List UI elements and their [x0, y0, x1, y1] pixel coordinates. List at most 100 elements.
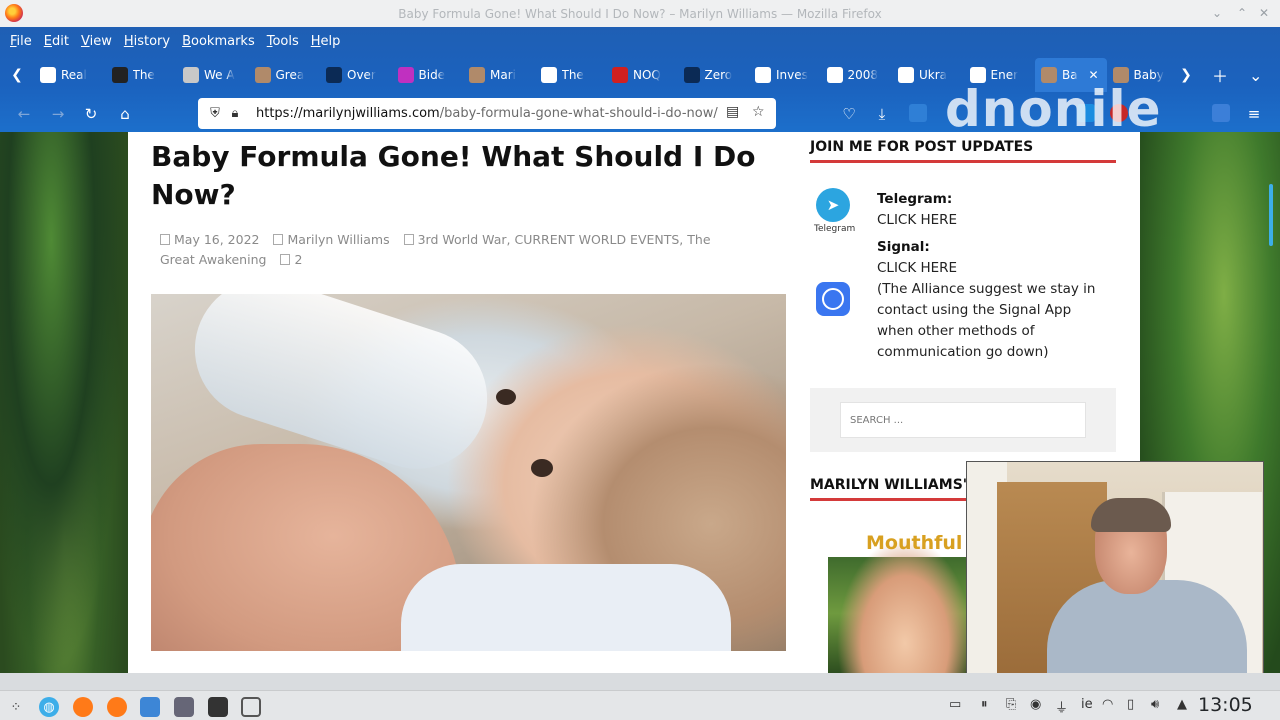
battery-icon[interactable]: ▭	[949, 697, 961, 712]
tab-favicon-icon	[469, 67, 485, 83]
tab[interactable]: The	[535, 58, 607, 92]
shield-icon[interactable]: ⛨	[206, 106, 224, 121]
firefox-taskbar-icon[interactable]	[107, 697, 127, 717]
wifi-icon[interactable]: ◠	[1102, 697, 1113, 712]
tab[interactable]: Inves	[749, 58, 821, 92]
extension-icon[interactable]	[1212, 104, 1230, 122]
menu-file[interactable]: File	[4, 34, 38, 49]
tab-favicon-icon	[326, 67, 342, 83]
post-author[interactable]: Marilyn Williams	[287, 232, 389, 247]
telegram-label: Telegram:	[877, 191, 953, 207]
usb-icon[interactable]: ⏚	[1055, 697, 1068, 716]
tab[interactable]: Over	[320, 58, 392, 92]
folder-icon	[403, 234, 414, 245]
menu-edit[interactable]: Edit	[38, 34, 75, 49]
minimize-icon[interactable]: ⌄	[1207, 3, 1227, 23]
comment-count[interactable]: 2	[294, 252, 302, 267]
home-icon[interactable]: ⌂	[113, 102, 137, 126]
taskbar: ⁘ ◍ ▭ ⏸︎ ⎘ ◉ ⏚ ie ◠ ▯ 🔊︎ ▲ 13:05	[0, 690, 1280, 720]
record-icon[interactable]: ◉	[1030, 697, 1041, 712]
tab-favicon-icon	[111, 67, 128, 83]
downloads-icon[interactable]: ⤓	[870, 102, 894, 126]
window-titlebar: Baby Formula Gone! What Should I Do Now?…	[0, 0, 1280, 27]
clock[interactable]: 13:05	[1198, 694, 1253, 716]
scroll-tabs-left-icon[interactable]: ❮	[2, 58, 32, 92]
tab-favicon-icon	[540, 67, 557, 83]
reload-icon[interactable]: ↻	[79, 102, 103, 126]
terminal-icon[interactable]	[208, 697, 228, 717]
tab[interactable]: NOQ	[606, 58, 678, 92]
show-hidden-icons-icon[interactable]: ▲	[1177, 697, 1187, 712]
maximize-icon[interactable]: ⌃	[1232, 3, 1252, 23]
scrollbar-thumb[interactable]	[1269, 184, 1273, 246]
battery-status-icon[interactable]: ▯	[1127, 697, 1134, 712]
tab-label: Ukra	[919, 68, 948, 82]
eye-shape	[531, 459, 553, 477]
tab-label: Mari	[490, 68, 516, 82]
extension-icon[interactable]	[909, 104, 927, 122]
folder-icon[interactable]	[140, 697, 160, 717]
screen-recorder-icon[interactable]	[241, 697, 261, 717]
tab-favicon-icon	[683, 67, 700, 83]
bookmark-star-icon[interactable]: ☆	[752, 104, 765, 120]
tab-label: Grea	[275, 68, 305, 82]
tab[interactable]: The	[106, 58, 178, 92]
url-bar[interactable]: ⛨ 🔒︎ https://marilynjwilliams.com/baby-f…	[198, 98, 776, 129]
signal-link[interactable]: CLICK HERE	[877, 260, 957, 276]
editor-icon[interactable]	[174, 697, 194, 717]
tab[interactable]: 2008	[821, 58, 893, 92]
tab-label: Over	[347, 68, 376, 82]
person-body-shape	[1047, 580, 1247, 685]
keyboard-layout[interactable]: ie	[1081, 697, 1093, 712]
search-input[interactable]: SEARCH ...	[840, 402, 1086, 438]
menu-tools[interactable]: Tools	[261, 34, 305, 49]
tab[interactable]: Real	[34, 58, 106, 92]
pause-icon[interactable]: ⏸︎	[981, 697, 988, 712]
post-date[interactable]: May 16, 2022	[174, 232, 259, 247]
watermark-logo: dnonile	[945, 80, 1162, 138]
page-scrollbar[interactable]	[1264, 132, 1280, 673]
telegram-link[interactable]: CLICK HERE	[877, 212, 957, 228]
signal-label: Signal:	[877, 239, 930, 255]
tab[interactable]: Bide	[392, 58, 464, 92]
new-tab-icon[interactable]: ＋	[1212, 58, 1228, 92]
firefox-taskbar-icon[interactable]	[73, 697, 93, 717]
tab-label: Inves	[776, 68, 808, 82]
tab-favicon-icon	[183, 67, 199, 83]
close-window-icon[interactable]: ✕	[1254, 3, 1274, 23]
tab[interactable]: We A	[177, 58, 249, 92]
forward-icon[interactable]: →	[46, 102, 70, 126]
tab-favicon-icon	[397, 67, 414, 83]
book-title: Mouthful	[866, 532, 963, 554]
telegram-icon[interactable]: ➤	[816, 188, 850, 222]
list-all-tabs-icon[interactable]: ⌄	[1249, 58, 1262, 92]
heading-underline	[810, 498, 970, 501]
signal-block: Signal: CLICK HERE (The Alliance suggest…	[877, 237, 1109, 363]
pocket-icon[interactable]: ♡	[837, 102, 861, 126]
url-text[interactable]: https://marilynjwilliams.com/baby-formul…	[256, 106, 718, 121]
menu-view[interactable]: View	[75, 34, 118, 49]
clipboard-icon[interactable]: ⎘	[1006, 697, 1016, 712]
menu-bookmarks[interactable]: Bookmarks	[176, 34, 261, 49]
firefox-icon	[5, 4, 23, 22]
tab[interactable]: Mari	[463, 58, 535, 92]
back-icon[interactable]: ←	[12, 102, 36, 126]
tab[interactable]: Zero	[678, 58, 750, 92]
app-launcher-icon[interactable]: ⁘	[6, 697, 26, 717]
scroll-tabs-right-icon[interactable]: ❯	[1171, 58, 1201, 92]
calendar-icon	[160, 234, 170, 245]
menu-help[interactable]: Help	[305, 34, 347, 49]
app-menu-icon[interactable]: ≡	[1242, 102, 1266, 126]
tab-label: The	[561, 68, 584, 82]
person-hair-shape	[1091, 498, 1171, 532]
williams-heading: MARILYN WILLIAMS'	[810, 477, 968, 493]
tab[interactable]: Grea	[249, 58, 321, 92]
lock-icon[interactable]: 🔒︎	[226, 106, 244, 121]
menu-history[interactable]: History	[118, 34, 176, 49]
globe-icon[interactable]: ◍	[39, 697, 59, 717]
tab-label: Zero	[704, 68, 733, 82]
reader-view-icon[interactable]: ▤	[726, 104, 739, 120]
article-meta: May 16, 2022 Marilyn Williams 3rd World …	[160, 230, 720, 270]
signal-icon[interactable]	[816, 282, 850, 316]
volume-icon[interactable]: 🔊︎	[1151, 697, 1159, 712]
